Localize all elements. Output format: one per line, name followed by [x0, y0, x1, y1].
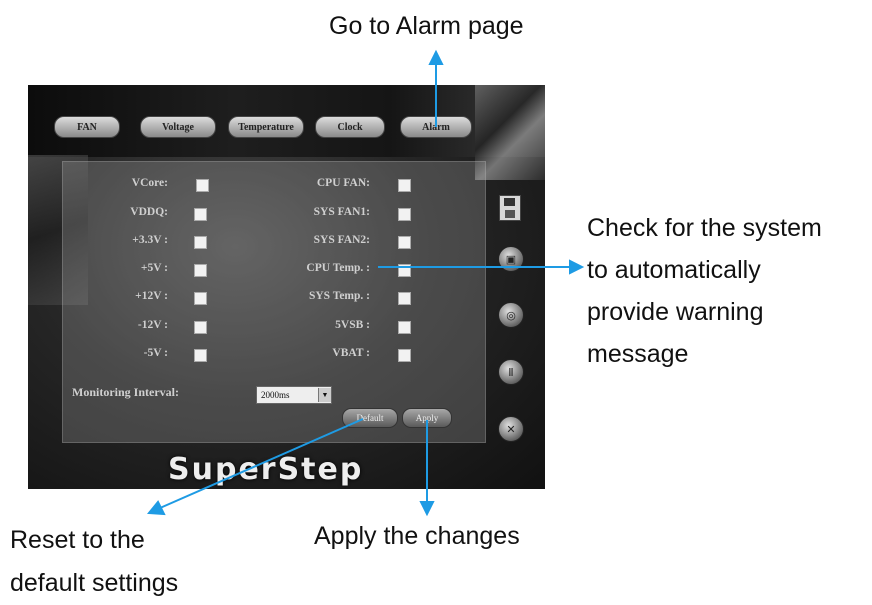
- checkbox-5vsb[interactable]: [398, 321, 411, 334]
- annotation-reset-default: Reset to the default settings: [10, 519, 178, 605]
- label-5v: +5V :: [140, 262, 168, 274]
- arrow-check-head: [569, 259, 585, 275]
- annotation-apply-changes: Apply the changes: [314, 522, 520, 550]
- arrow-reset-head: [146, 500, 166, 516]
- annotation-line: Reset to the: [10, 526, 145, 554]
- label-3-3v: +3.3V :: [132, 234, 168, 246]
- label-minus-5v: -5V :: [143, 347, 168, 359]
- superstep-app-window: FAN Voltage Temperature Clock Alarm VCor…: [28, 85, 545, 489]
- label-12v: +12V :: [135, 290, 168, 302]
- tab-fan[interactable]: FAN: [54, 116, 120, 138]
- monitor-icon[interactable]: ▣: [498, 246, 524, 272]
- annotation-line: message: [587, 340, 689, 368]
- monitoring-interval-label: Monitoring Interval:: [72, 385, 179, 399]
- arrow-alarm-head: [428, 49, 444, 65]
- checkbox-vcore[interactable]: [196, 179, 209, 192]
- checkbox-sys-fan1[interactable]: [398, 208, 411, 221]
- checkbox-minus-5v[interactable]: [194, 349, 207, 362]
- default-button[interactable]: Default: [342, 408, 398, 428]
- annotation-line: to automatically: [587, 256, 761, 284]
- checkbox-vbat[interactable]: [398, 349, 411, 362]
- wrench-icon[interactable]: ✕: [498, 416, 524, 442]
- label-vcore: VCore:: [131, 177, 168, 189]
- save-icon[interactable]: [499, 195, 521, 221]
- label-vbat: VBAT :: [332, 347, 370, 359]
- label-cpu-fan: CPU FAN:: [316, 177, 370, 189]
- checkbox-sys-temp[interactable]: [398, 292, 411, 305]
- apply-button[interactable]: Apply: [402, 408, 452, 428]
- label-sys-fan2: SYS FAN2:: [313, 234, 370, 246]
- arrow-apply-head: [419, 501, 435, 517]
- annotation-go-to-alarm: Go to Alarm page: [329, 12, 524, 40]
- checkbox-5v[interactable]: [194, 264, 207, 277]
- checkbox-cpu-temp[interactable]: [398, 264, 411, 277]
- settings-icon[interactable]: ◎: [498, 302, 524, 328]
- label-sys-temp: SYS Temp. :: [308, 290, 370, 302]
- label-vddq: VDDQ:: [130, 206, 168, 218]
- label-minus-12v: -12V :: [137, 319, 168, 331]
- checkbox-minus-12v[interactable]: [194, 321, 207, 334]
- annotation-line: Check for the system: [587, 214, 822, 242]
- checkbox-12v[interactable]: [194, 292, 207, 305]
- dropdown-arrow-icon: ▼: [318, 388, 331, 402]
- checkbox-vddq[interactable]: [194, 208, 207, 221]
- checkbox-sys-fan2[interactable]: [398, 236, 411, 249]
- superstep-logo: SuperStep: [168, 452, 364, 487]
- label-5vsb: 5VSB :: [335, 319, 370, 331]
- annotation-line: default settings: [10, 569, 179, 597]
- annotation-line: provide warning: [587, 298, 764, 326]
- annotation-check-warning: Check for the system to automatically pr…: [587, 207, 822, 375]
- tab-clock[interactable]: Clock: [315, 116, 385, 138]
- tools-icon[interactable]: Ⅱ: [498, 359, 524, 385]
- label-cpu-temp: CPU Temp. :: [306, 262, 370, 274]
- tab-temperature[interactable]: Temperature: [228, 116, 304, 138]
- monitoring-interval-select[interactable]: 2000ms ▼: [256, 386, 332, 404]
- checkbox-cpu-fan[interactable]: [398, 179, 411, 192]
- checkbox-3-3v[interactable]: [194, 236, 207, 249]
- tab-voltage[interactable]: Voltage: [140, 116, 216, 138]
- monitoring-interval-value: 2000ms: [261, 390, 290, 400]
- label-sys-fan1: SYS FAN1:: [313, 206, 370, 218]
- tab-alarm[interactable]: Alarm: [400, 116, 472, 138]
